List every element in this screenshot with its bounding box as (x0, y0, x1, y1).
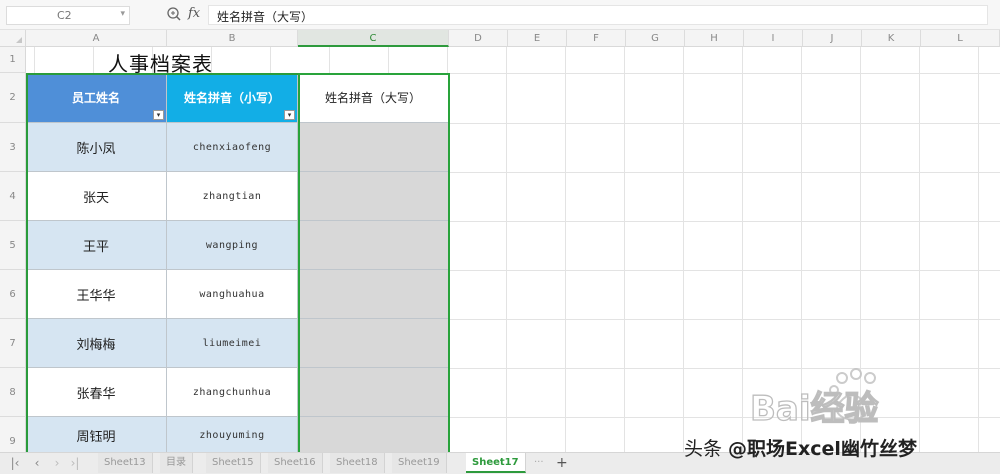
select-all-corner[interactable] (0, 30, 26, 47)
filter-dropdown-icon[interactable]: ▾ (284, 110, 295, 120)
column-header-b[interactable]: B (167, 30, 298, 47)
cell-reference: C2 (57, 9, 72, 22)
tab-sheet19[interactable]: Sheet19 (392, 453, 447, 473)
name-cell[interactable]: 张天 (26, 172, 167, 221)
name-box[interactable]: C2 ▾ (6, 6, 130, 25)
upper-pinyin-cell[interactable] (298, 270, 449, 319)
column-header-j[interactable]: J (803, 30, 862, 47)
column-header-c[interactable]: C (298, 30, 449, 47)
row-header-1[interactable]: 1 (0, 47, 26, 73)
prev-sheet-icon[interactable]: ‹ (30, 455, 44, 471)
fx-icon[interactable]: fx (188, 6, 200, 21)
next-sheet-icon[interactable]: › (50, 455, 64, 471)
zoom-icon[interactable] (166, 6, 182, 22)
upper-pinyin-cell[interactable] (298, 417, 449, 454)
row-header-3[interactable]: 3 (0, 123, 26, 172)
baidu-watermark-logo: Bai经验 (749, 368, 879, 430)
pinyin-cell[interactable]: wangping (167, 221, 298, 270)
column-header-f[interactable]: F (567, 30, 626, 47)
tab-catalog[interactable]: 目录 (160, 453, 193, 473)
upper-pinyin-cell[interactable] (298, 319, 449, 368)
pinyin-cell[interactable]: zhangtian (167, 172, 298, 221)
column-header-i[interactable]: I (744, 30, 803, 47)
row-header-6[interactable]: 6 (0, 270, 26, 319)
tab-sheet15[interactable]: Sheet15 (206, 453, 261, 473)
column-header-a[interactable]: A (26, 30, 167, 47)
column-header-h[interactable]: H (685, 30, 744, 47)
baidu-watermark-text: Bai经验 (750, 389, 879, 429)
add-sheet-button[interactable]: + (556, 453, 568, 473)
filter-dropdown-icon[interactable]: ▾ (153, 110, 164, 120)
row-header-8[interactable]: 8 (0, 368, 26, 417)
name-cell[interactable]: 张春华 (26, 368, 167, 417)
formula-input[interactable]: 姓名拼音（大写） (208, 5, 988, 25)
tab-sheet17[interactable]: Sheet17 (466, 453, 526, 473)
name-cell[interactable]: 王平 (26, 221, 167, 270)
credit-watermark: 头条 @职场Excel幽竹丝梦 (684, 434, 917, 461)
first-sheet-icon[interactable]: |‹ (8, 455, 22, 471)
row-header-4[interactable]: 4 (0, 172, 26, 221)
credit-prefix: 头条 (684, 438, 729, 460)
name-cell[interactable]: 刘梅梅 (26, 319, 167, 368)
header-label: 姓名拼音（小写） (183, 91, 280, 105)
name-cell[interactable]: 陈小凤 (26, 123, 167, 172)
tab-sheet16[interactable]: Sheet16 (268, 453, 323, 473)
header-cell-pinyin-upper[interactable]: 姓名拼音（大写） (298, 73, 449, 123)
row-header-2[interactable]: 2 (0, 73, 26, 123)
name-cell[interactable]: 王华华 (26, 270, 167, 319)
column-header-e[interactable]: E (508, 30, 567, 47)
header-label: 员工姓名 (71, 91, 120, 105)
upper-pinyin-cell[interactable] (298, 221, 449, 270)
formula-bar: C2 ▾ fx 姓名拼音（大写） (0, 0, 1000, 30)
name-cell[interactable]: 周钰明 (26, 417, 167, 454)
more-tabs-icon[interactable]: ··· (534, 453, 544, 473)
row-header-5[interactable]: 5 (0, 221, 26, 270)
tab-sheet18[interactable]: Sheet18 (330, 453, 385, 473)
column-header-g[interactable]: G (626, 30, 685, 47)
header-cell-name[interactable]: 员工姓名 ▾ (26, 73, 167, 123)
pinyin-cell[interactable]: zhouyuming (167, 417, 298, 454)
pinyin-cell[interactable]: wanghuahua (167, 270, 298, 319)
upper-pinyin-cell[interactable] (298, 123, 449, 172)
upper-pinyin-cell[interactable] (298, 368, 449, 417)
row-header-9[interactable]: 9 (0, 417, 26, 454)
column-header-k[interactable]: K (862, 30, 921, 47)
column-header-l[interactable]: L (921, 30, 1000, 47)
column-header-d[interactable]: D (449, 30, 508, 47)
credit-handle: @职场Excel幽竹丝梦 (728, 438, 917, 460)
pinyin-cell[interactable]: liumeimei (167, 319, 298, 368)
chevron-down-icon[interactable]: ▾ (120, 9, 125, 19)
pinyin-cell[interactable]: chenxiaofeng (167, 123, 298, 172)
pinyin-cell[interactable]: zhangchunhua (167, 368, 298, 417)
last-sheet-icon[interactable]: ›| (68, 455, 82, 471)
tab-sheet13[interactable]: Sheet13 (98, 453, 153, 473)
upper-pinyin-cell[interactable] (298, 172, 449, 221)
header-cell-pinyin-lower[interactable]: 姓名拼音（小写） ▾ (167, 73, 298, 123)
row-header-7[interactable]: 7 (0, 319, 26, 368)
